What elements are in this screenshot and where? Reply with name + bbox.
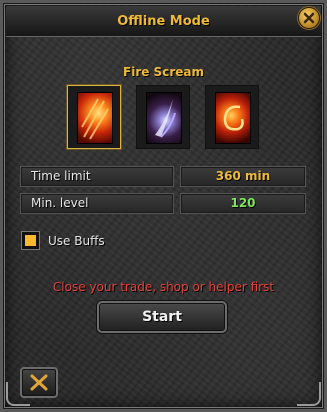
skill-option-fire-scream[interactable] [67,85,121,149]
selected-skill-name: Fire Scream [123,65,204,79]
blade-skill-icon [146,92,182,144]
start-button[interactable]: Start [97,301,227,333]
fire-swirl-skill-icon [215,92,251,144]
close-button[interactable] [298,7,320,29]
skill-option-blade[interactable] [136,85,190,149]
use-buffs-label: Use Buffs [48,234,105,248]
skill-option-fire-swirl[interactable] [205,85,259,149]
x-icon [30,374,48,391]
use-buffs-checkbox[interactable] [21,231,40,250]
time-limit-value[interactable]: 360 min [180,166,306,187]
window-title: Offline Mode [117,14,210,29]
min-level-value[interactable]: 120 [180,193,306,214]
warning-message: Close your trade, shop or helper first [52,280,275,294]
min-level-label: Min. level [20,193,174,214]
x-icon [303,12,315,24]
fire-scream-skill-icon [77,92,113,144]
time-limit-label: Time limit [20,166,174,187]
checkbox-checked-mark [25,235,36,246]
cancel-button[interactable] [20,367,58,398]
frame-corner [297,382,321,406]
